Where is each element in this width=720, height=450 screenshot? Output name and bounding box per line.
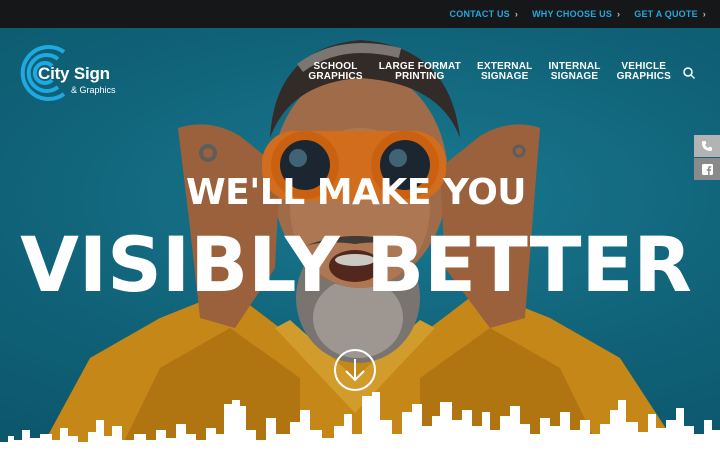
main-nav: SCHOOL GRAPHICS LARGE FORMAT PRINTING EX…	[300, 62, 696, 82]
arrow-down-circle-icon[interactable]	[333, 348, 377, 392]
nav-item-large-format-printing[interactable]: LARGE FORMAT PRINTING	[371, 62, 469, 82]
phone-icon	[702, 141, 712, 151]
chevron-right-icon: ›	[514, 9, 519, 19]
nav-item-external-signage[interactable]: EXTERNAL SIGNAGE	[469, 62, 541, 82]
city-sign-logo[interactable]: City Sign & Graphics	[16, 42, 136, 104]
hero-headline-line1: WE'LL MAKE YOU	[185, 172, 527, 213]
logo-subtitle: & Graphics	[71, 85, 116, 95]
logo-name: City Sign	[38, 64, 110, 83]
city-skyline-graphic	[0, 392, 720, 450]
get-a-quote-link[interactable]: GET A QUOTE ›	[634, 9, 706, 19]
why-choose-us-link[interactable]: WHY CHOOSE US ›	[532, 9, 620, 19]
nav-item-vehicle-graphics[interactable]: VEHICLE GRAPHICS	[609, 62, 679, 82]
nav-item-school-graphics[interactable]: SCHOOL GRAPHICS	[300, 62, 370, 82]
search-icon[interactable]	[682, 66, 696, 80]
contact-us-link[interactable]: CONTACT US ›	[450, 9, 519, 19]
contact-us-label: CONTACT US	[449, 9, 510, 19]
chevron-right-icon: ›	[702, 9, 706, 19]
nav-item-internal-signage[interactable]: INTERNAL SIGNAGE	[540, 62, 608, 82]
hero-headline-line2: VISIBLY BETTER	[20, 220, 692, 309]
why-choose-us-label: WHY CHOOSE US	[532, 9, 613, 19]
top-bar: CONTACT US › WHY CHOOSE US › GET A QUOTE…	[0, 0, 720, 28]
chevron-right-icon: ›	[617, 9, 621, 19]
get-a-quote-label: GET A QUOTE	[634, 9, 698, 19]
phone-tab[interactable]	[694, 135, 720, 157]
